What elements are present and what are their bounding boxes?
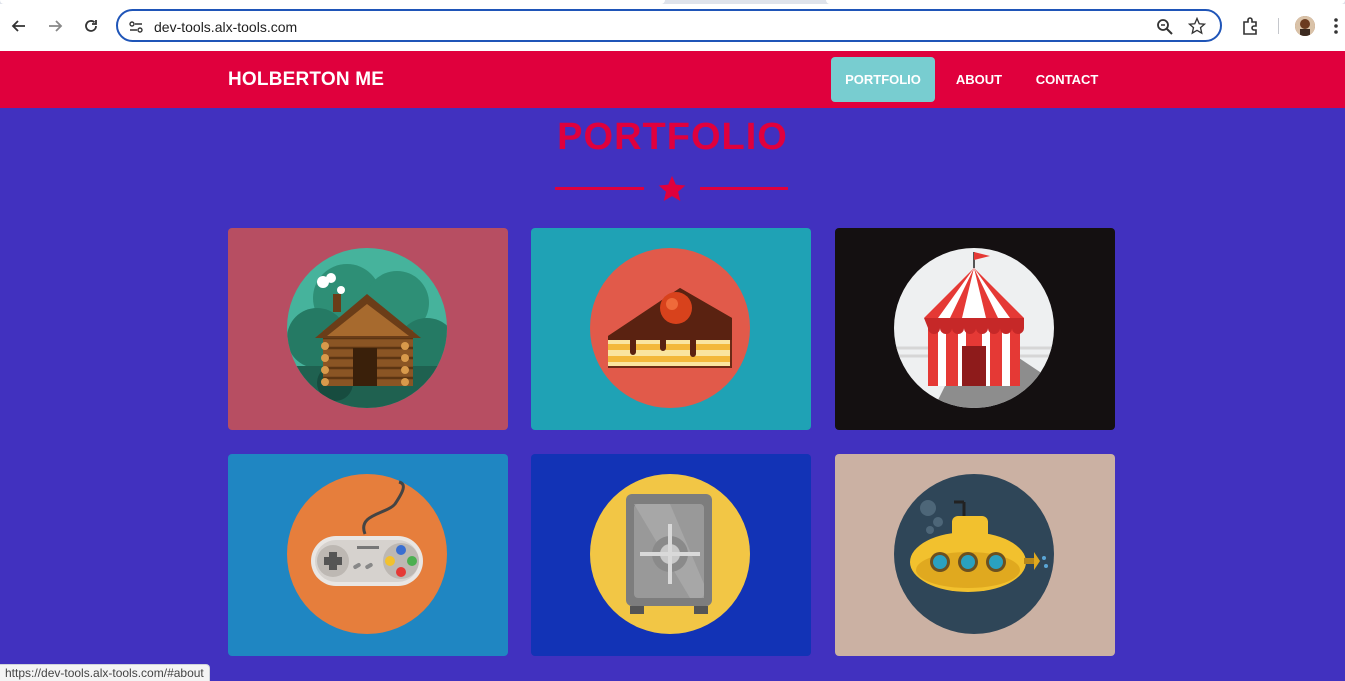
- safe-icon: [590, 474, 750, 634]
- divider-line-left: [555, 187, 644, 190]
- zoom-icon[interactable]: [1156, 18, 1174, 36]
- cabin-icon: [287, 248, 447, 408]
- portfolio-card-circus[interactable]: [835, 228, 1115, 430]
- inactive-tab-edge[interactable]: [826, 0, 1345, 4]
- portfolio-card-safe[interactable]: [531, 454, 811, 656]
- star-icon: [658, 175, 686, 201]
- active-tab-edge[interactable]: [0, 0, 665, 4]
- status-bar-url: https://dev-tools.alx-tools.com/#about: [0, 664, 210, 681]
- nav-contact[interactable]: CONTACT: [1022, 57, 1112, 102]
- cake-icon: [590, 248, 750, 408]
- address-bar[interactable]: dev-tools.alx-tools.com: [116, 9, 1222, 42]
- divider-line-right: [700, 187, 788, 190]
- back-button[interactable]: [6, 13, 32, 39]
- url-text[interactable]: dev-tools.alx-tools.com: [154, 19, 297, 35]
- site-info-icon[interactable]: [128, 19, 144, 35]
- tab-strip: [0, 0, 1345, 4]
- nav-about[interactable]: ABOUT: [946, 57, 1012, 102]
- portfolio-card-submarine[interactable]: [835, 454, 1115, 656]
- site-brand[interactable]: HOLBERTON ME: [228, 69, 384, 91]
- reload-button[interactable]: [78, 13, 104, 39]
- portfolio-card-controller[interactable]: [228, 454, 508, 656]
- section-title: PORTFOLIO: [557, 116, 788, 158]
- submarine-icon: [894, 474, 1054, 634]
- extensions-icon[interactable]: [1241, 17, 1259, 35]
- browser-toolbar: dev-tools.alx-tools.com: [0, 0, 1345, 51]
- browser-menu-icon[interactable]: [1333, 18, 1339, 34]
- circus-tent-icon: [894, 248, 1054, 408]
- site-header: HOLBERTON ME PORTFOLIO ABOUT CONTACT: [0, 51, 1345, 108]
- portfolio-card-cabin[interactable]: [228, 228, 508, 430]
- back-arrow-icon: [11, 20, 25, 32]
- profile-avatar[interactable]: [1295, 16, 1315, 36]
- game-controller-icon: [287, 474, 447, 634]
- forward-button[interactable]: [42, 13, 68, 39]
- nav-portfolio[interactable]: PORTFOLIO: [831, 57, 935, 102]
- bookmark-star-icon[interactable]: [1188, 17, 1206, 35]
- profile-picture-icon: [1295, 16, 1315, 36]
- reload-icon: [85, 20, 97, 32]
- toolbar-separator: [1278, 18, 1279, 34]
- forward-arrow-icon: [49, 20, 63, 32]
- portfolio-card-cake[interactable]: [531, 228, 811, 430]
